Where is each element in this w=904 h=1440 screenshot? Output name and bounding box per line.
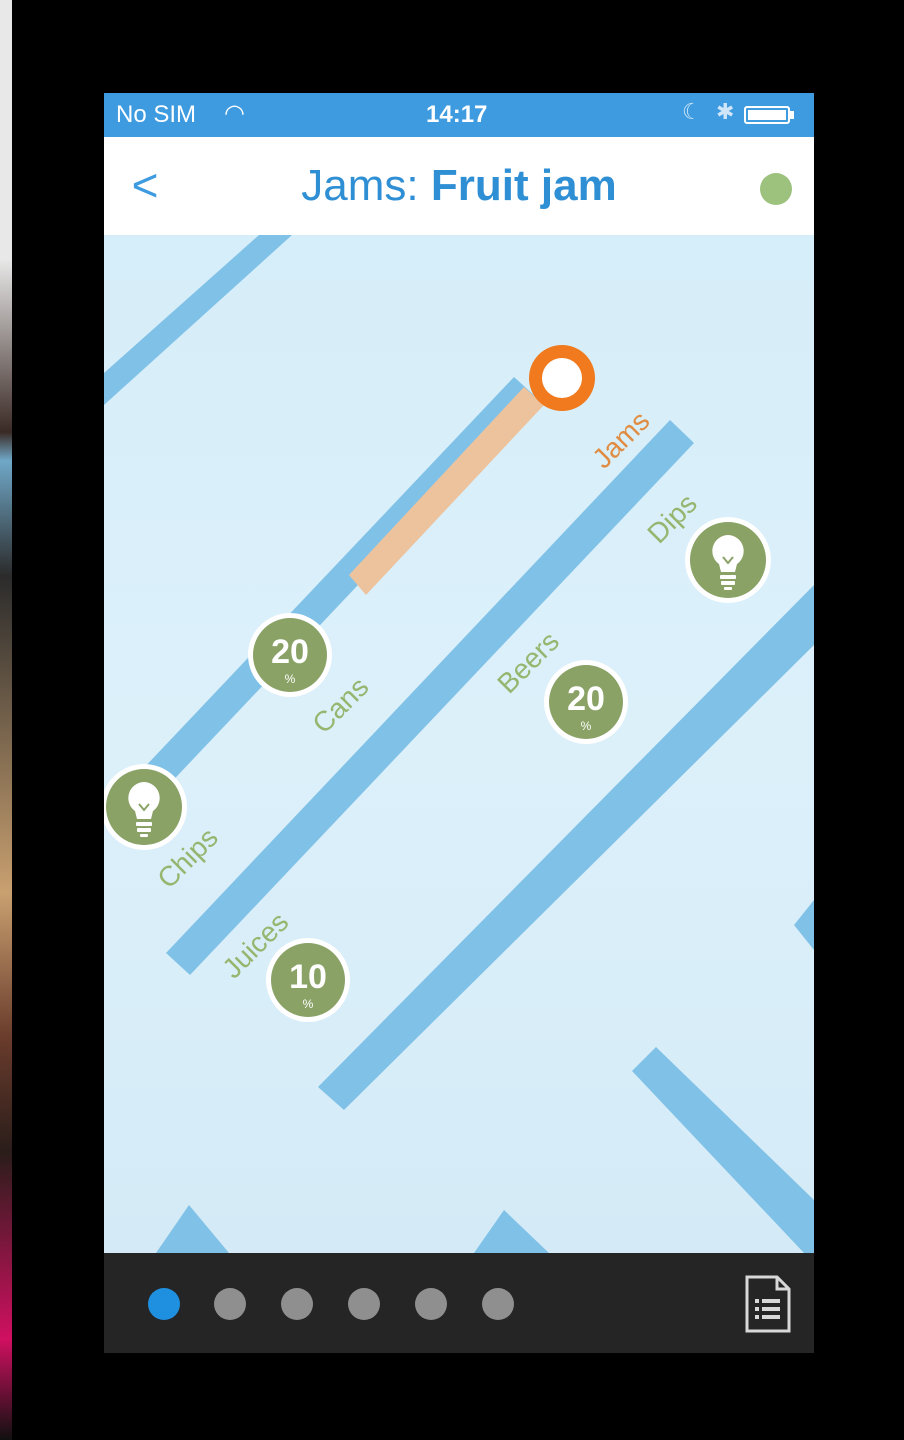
page-dot-2[interactable] — [214, 1288, 246, 1320]
title-product: Fruit jam — [430, 161, 617, 210]
page-dot-5[interactable] — [415, 1288, 447, 1320]
discount-marker-juices[interactable]: 10 % — [266, 938, 350, 1022]
store-map-canvas: Jams Dips Beers Cans Chips Juices 20 % 2… — [104, 235, 814, 1253]
moon-icon: ☾ — [682, 99, 702, 124]
chevron-left-icon: < — [131, 159, 159, 211]
shelf-4 — [318, 585, 814, 1110]
page-title: Jams: Fruit jam — [224, 161, 694, 211]
shelf-6 — [794, 900, 814, 950]
discount-value: 10 — [289, 958, 327, 996]
carrier-label: No SIM — [116, 101, 197, 128]
clock: 14:17 — [426, 101, 488, 128]
discount-marker-cans[interactable]: 20 % — [248, 613, 332, 697]
tip-marker-chips[interactable] — [104, 764, 187, 850]
discount-value: 20 — [271, 633, 309, 671]
title-category: Jams: — [301, 161, 419, 210]
store-map[interactable]: Jams Dips Beers Cans Chips Juices 20 % 2… — [104, 235, 814, 1253]
percent-sign: % — [581, 719, 592, 733]
discount-value: 20 — [567, 680, 605, 718]
route-path — [349, 387, 544, 595]
page-dot-6[interactable] — [482, 1288, 514, 1320]
page-dot-1[interactable] — [148, 1288, 180, 1320]
page-indicator-bar — [104, 1253, 814, 1353]
shelf-8 — [474, 1210, 549, 1253]
status-indicator-dot — [760, 173, 792, 205]
tip-marker-dips[interactable] — [685, 517, 771, 603]
wifi-icon: ◠ — [224, 100, 245, 127]
back-button[interactable]: < — [122, 157, 168, 213]
shelf-1 — [104, 235, 292, 405]
page-dot-4[interactable] — [348, 1288, 380, 1320]
phone-screen: No SIM ◠ 14:17 ☾ ✱ < Jams: Fruit jam Jam… — [104, 93, 814, 1353]
battery-icon — [744, 106, 794, 124]
bluetooth-icon: ✱ — [716, 99, 735, 124]
shelf-7 — [156, 1205, 229, 1253]
percent-sign: % — [303, 997, 314, 1011]
background-photo — [0, 0, 12, 1440]
discount-marker-beers[interactable]: 20 % — [544, 660, 628, 744]
destination-pin-center — [542, 358, 582, 398]
navigation-bar: < Jams: Fruit jam — [104, 137, 814, 236]
percent-sign: % — [285, 672, 296, 686]
shelf-5 — [632, 1047, 814, 1253]
page-dot-3[interactable] — [281, 1288, 313, 1320]
shopping-list-button[interactable] — [744, 1275, 792, 1333]
shopping-list-icon — [745, 1275, 791, 1333]
status-bar: No SIM ◠ 14:17 ☾ ✱ — [104, 93, 814, 137]
